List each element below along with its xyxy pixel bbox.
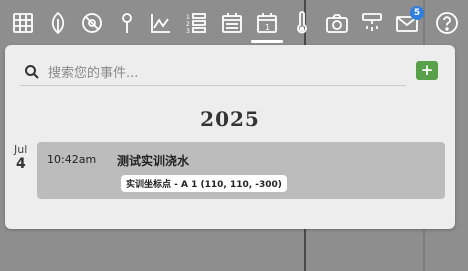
search-input[interactable]: [46, 62, 400, 84]
svg-text:1: 1: [186, 14, 190, 21]
event-date-month: Jul: [14, 143, 28, 156]
event-time: 10:42am: [47, 153, 97, 166]
top-toolbar: 1 2 3 1 5: [0, 0, 468, 44]
add-event-button[interactable]: +: [416, 61, 438, 80]
svg-text:3: 3: [186, 28, 190, 35]
no-entry-icon[interactable]: [78, 8, 106, 38]
events-panel: + 2025 Jul 4 10:42am 测试实训浇水 实训坐标点 - A 1 …: [5, 45, 455, 229]
pin-icon[interactable]: [113, 8, 141, 38]
grid-icon[interactable]: [9, 8, 37, 38]
event-date-day: 4: [16, 156, 26, 172]
camera-icon[interactable]: [323, 8, 351, 38]
calendar-day-icon[interactable]: 1: [251, 8, 283, 43]
leaf-icon[interactable]: [44, 8, 72, 38]
chart-icon[interactable]: [147, 8, 175, 38]
event-title: 测试实训浇水: [117, 154, 190, 168]
numbered-list-icon[interactable]: 1 2 3: [182, 8, 210, 38]
event-card[interactable]: 10:42am 测试实训浇水 实训坐标点 - A 1 (110, 110, -3…: [37, 142, 445, 199]
event-location-tag: 实训坐标点 - A 1 (110, 110, -300): [121, 175, 287, 192]
mail-icon[interactable]: 5: [393, 6, 424, 38]
thermometer-icon[interactable]: [288, 8, 316, 38]
year-heading: 2025: [200, 107, 260, 131]
search-icon: [25, 65, 39, 79]
search-bar: [20, 59, 406, 86]
sprinkler-icon[interactable]: [358, 8, 386, 38]
svg-text:1: 1: [265, 23, 270, 32]
calendar-month-icon[interactable]: [218, 8, 246, 38]
help-icon[interactable]: [433, 8, 461, 38]
unread-badge: 5: [410, 6, 424, 20]
svg-text:2: 2: [186, 21, 190, 28]
